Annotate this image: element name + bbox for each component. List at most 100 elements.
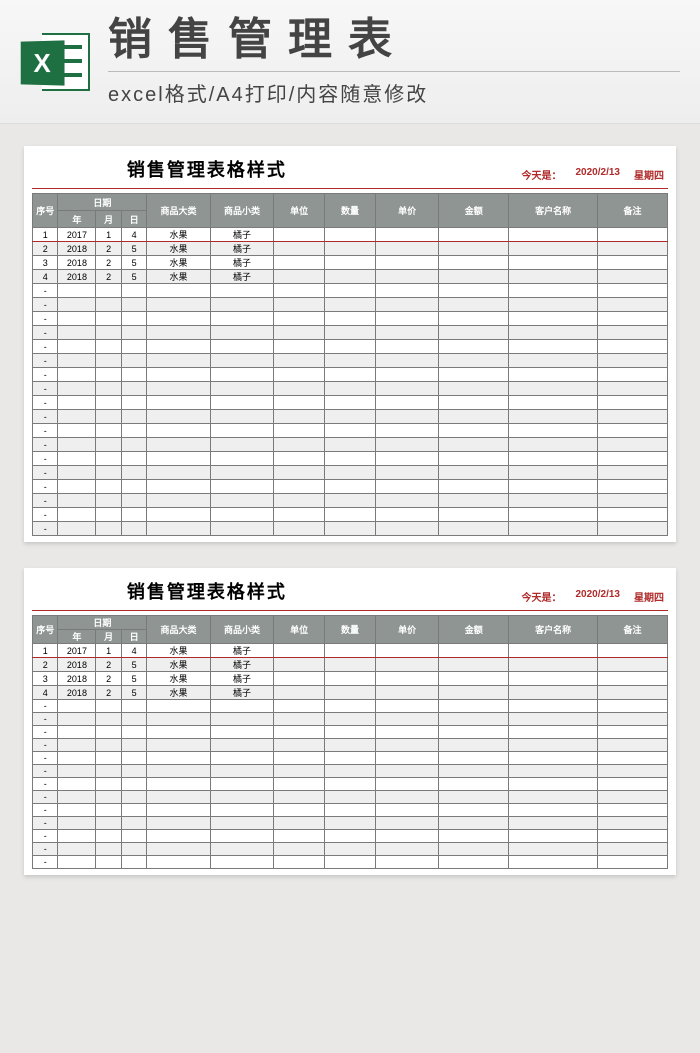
- table-cell[interactable]: [375, 672, 439, 686]
- table-cell[interactable]: [439, 817, 509, 830]
- table-cell[interactable]: [325, 843, 376, 856]
- table-cell[interactable]: [598, 494, 668, 508]
- table-cell[interactable]: [375, 438, 439, 452]
- table-cell[interactable]: [121, 752, 146, 765]
- table-cell[interactable]: [210, 396, 274, 410]
- table-cell[interactable]: [147, 438, 211, 452]
- table-cell[interactable]: -: [33, 522, 58, 536]
- table-cell[interactable]: [509, 438, 598, 452]
- table-cell[interactable]: [96, 340, 121, 354]
- table-cell[interactable]: [325, 817, 376, 830]
- table-cell[interactable]: [375, 466, 439, 480]
- table-cell[interactable]: 2: [96, 256, 121, 270]
- table-cell[interactable]: [598, 686, 668, 700]
- table-cell[interactable]: [58, 466, 96, 480]
- table-cell[interactable]: [58, 843, 96, 856]
- table-cell[interactable]: 2018: [58, 672, 96, 686]
- table-cell[interactable]: [96, 424, 121, 438]
- table-cell[interactable]: [210, 856, 274, 869]
- table-cell[interactable]: [147, 778, 211, 791]
- table-cell[interactable]: [274, 700, 325, 713]
- table-cell[interactable]: [509, 658, 598, 672]
- table-cell[interactable]: 水果: [147, 228, 211, 242]
- table-cell[interactable]: [96, 284, 121, 298]
- table-cell[interactable]: [274, 658, 325, 672]
- table-cell[interactable]: 5: [121, 658, 146, 672]
- table-cell[interactable]: 2: [96, 270, 121, 284]
- table-cell[interactable]: 2: [96, 242, 121, 256]
- table-cell[interactable]: [147, 830, 211, 843]
- table-cell[interactable]: [274, 817, 325, 830]
- table-cell[interactable]: [509, 672, 598, 686]
- table-cell[interactable]: [439, 298, 509, 312]
- table-cell[interactable]: [96, 494, 121, 508]
- table-cell[interactable]: [147, 804, 211, 817]
- table-cell[interactable]: [96, 354, 121, 368]
- table-cell[interactable]: [375, 778, 439, 791]
- table-cell[interactable]: [58, 284, 96, 298]
- table-cell[interactable]: [210, 410, 274, 424]
- table-cell[interactable]: [509, 410, 598, 424]
- table-cell[interactable]: [325, 522, 376, 536]
- table-cell[interactable]: -: [33, 480, 58, 494]
- table-cell[interactable]: [58, 778, 96, 791]
- table-cell[interactable]: [598, 312, 668, 326]
- table-cell[interactable]: [375, 713, 439, 726]
- table-cell[interactable]: [274, 830, 325, 843]
- table-cell[interactable]: [121, 856, 146, 869]
- table-cell[interactable]: [509, 752, 598, 765]
- table-cell[interactable]: [325, 672, 376, 686]
- table-cell[interactable]: [58, 312, 96, 326]
- table-cell[interactable]: -: [33, 739, 58, 752]
- table-cell[interactable]: [96, 791, 121, 804]
- table-cell[interactable]: [509, 700, 598, 713]
- table-cell[interactable]: [598, 466, 668, 480]
- table-cell[interactable]: [58, 830, 96, 843]
- table-cell[interactable]: [375, 256, 439, 270]
- table-cell[interactable]: [58, 804, 96, 817]
- table-cell[interactable]: [509, 686, 598, 700]
- table-cell[interactable]: [210, 817, 274, 830]
- table-cell[interactable]: [325, 228, 376, 242]
- table-cell[interactable]: [274, 424, 325, 438]
- table-cell[interactable]: [509, 644, 598, 658]
- table-cell[interactable]: 2017: [58, 644, 96, 658]
- table-cell[interactable]: [147, 480, 211, 494]
- table-cell[interactable]: [121, 284, 146, 298]
- table-cell[interactable]: [325, 494, 376, 508]
- table-cell[interactable]: [598, 778, 668, 791]
- table-cell[interactable]: 5: [121, 242, 146, 256]
- table-cell[interactable]: [439, 804, 509, 817]
- table-cell[interactable]: [147, 817, 211, 830]
- table-cell[interactable]: [96, 298, 121, 312]
- table-cell[interactable]: [58, 354, 96, 368]
- table-cell[interactable]: -: [33, 817, 58, 830]
- table-cell[interactable]: [58, 298, 96, 312]
- table-cell[interactable]: 4: [121, 644, 146, 658]
- table-cell[interactable]: [274, 452, 325, 466]
- table-cell[interactable]: [121, 424, 146, 438]
- table-cell[interactable]: [598, 340, 668, 354]
- table-cell[interactable]: [375, 480, 439, 494]
- table-cell[interactable]: [147, 396, 211, 410]
- table-cell[interactable]: [210, 326, 274, 340]
- table-cell[interactable]: [598, 522, 668, 536]
- table-cell[interactable]: 水果: [147, 270, 211, 284]
- table-cell[interactable]: [439, 778, 509, 791]
- table-cell[interactable]: [598, 298, 668, 312]
- table-cell[interactable]: [274, 340, 325, 354]
- table-cell[interactable]: [439, 466, 509, 480]
- table-cell[interactable]: [375, 752, 439, 765]
- table-cell[interactable]: -: [33, 410, 58, 424]
- table-cell[interactable]: [509, 765, 598, 778]
- table-cell[interactable]: [325, 256, 376, 270]
- table-cell[interactable]: 5: [121, 672, 146, 686]
- table-cell[interactable]: [274, 284, 325, 298]
- table-cell[interactable]: [96, 410, 121, 424]
- table-cell[interactable]: [375, 765, 439, 778]
- table-cell[interactable]: [598, 672, 668, 686]
- table-cell[interactable]: [121, 778, 146, 791]
- table-cell[interactable]: 2: [96, 658, 121, 672]
- table-cell[interactable]: [375, 700, 439, 713]
- table-cell[interactable]: [121, 452, 146, 466]
